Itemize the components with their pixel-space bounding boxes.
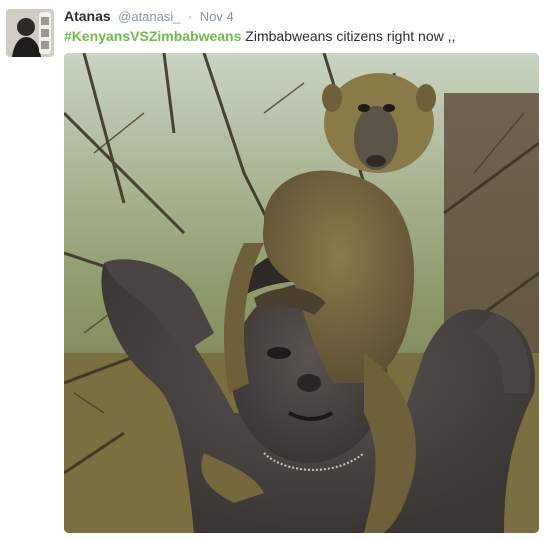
header-separator: · xyxy=(187,9,193,24)
user-avatar[interactable] xyxy=(6,9,54,57)
tweet-text: #KenyansVSZimbabweans Zimbabweans citize… xyxy=(64,26,455,46)
tweet-photo[interactable] xyxy=(64,53,539,533)
hashtag-link[interactable]: #KenyansVSZimbabweans xyxy=(64,28,241,44)
tweet-header: Atanas @atanasi_ · Nov 4 xyxy=(64,7,234,26)
photo-boy-with-baboon xyxy=(64,53,539,533)
avatar-icon xyxy=(6,9,54,57)
author-display-name[interactable]: Atanas xyxy=(64,8,111,24)
tweet-body-text: Zimbabweans citizens right now ,, xyxy=(241,28,456,44)
tweet-timestamp[interactable]: Nov 4 xyxy=(200,9,234,24)
author-screen-name[interactable]: @atanasi_ xyxy=(118,9,180,24)
tweet: Atanas @atanasi_ · Nov 4 #KenyansVSZimba… xyxy=(0,0,544,539)
